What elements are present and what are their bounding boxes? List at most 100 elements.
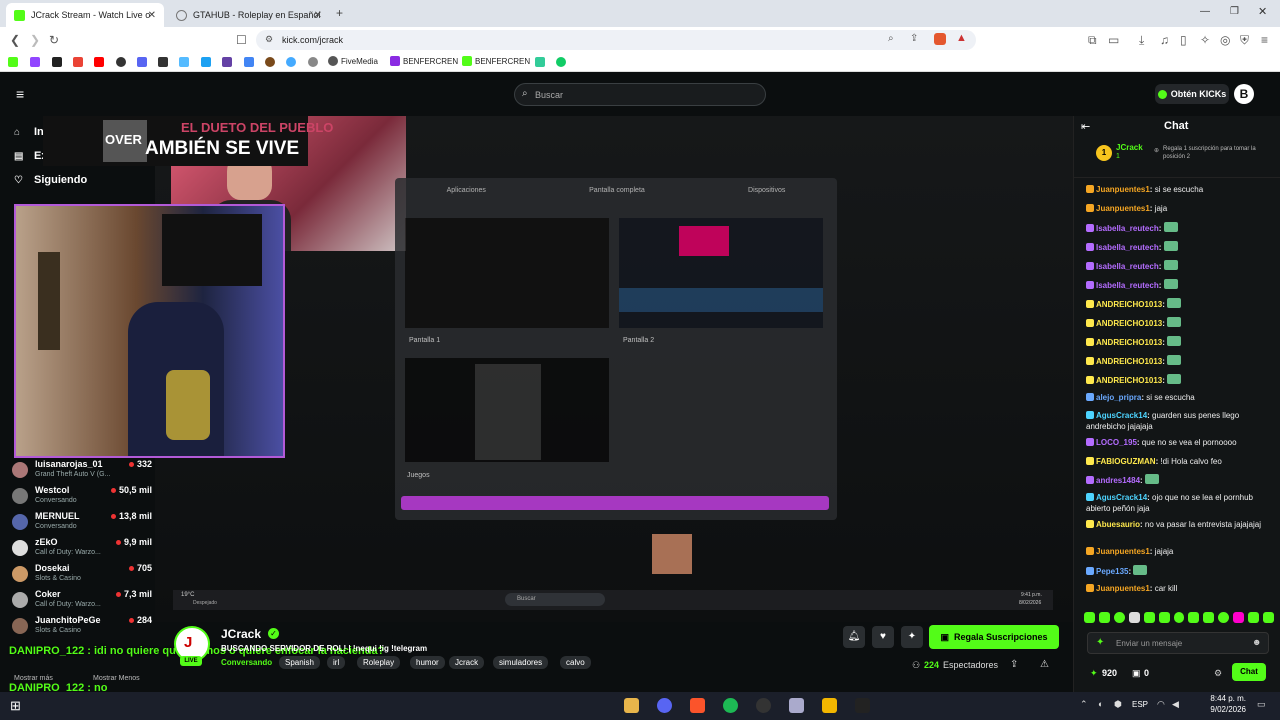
menu-icon[interactable]: ≡ — [1261, 33, 1268, 47]
clock-date[interactable]: 9/02/2026 — [1200, 705, 1246, 714]
chat-username[interactable]: ANDREICHO1013 — [1096, 319, 1162, 328]
send-chat-button[interactable]: Chat — [1232, 663, 1266, 681]
emote-icon[interactable] — [1203, 612, 1215, 623]
share-stream-icon[interactable]: ⇪ — [1010, 659, 1018, 670]
recommended-channel[interactable]: MERNUEL Conversando 13,8 mil — [12, 511, 152, 535]
chat-username[interactable]: ANDREICHO1013 — [1096, 300, 1162, 309]
close-window-icon[interactable]: ✕ — [1258, 5, 1267, 18]
search-input[interactable]: ⌕ Buscar — [514, 83, 766, 106]
leo-icon[interactable]: ✧ — [1200, 33, 1210, 47]
emoji-icon[interactable]: ☻ — [1252, 637, 1261, 647]
show-more-link[interactable]: Mostrar más — [14, 675, 53, 682]
chat-username[interactable]: Abuesaurio — [1096, 520, 1140, 529]
report-icon[interactable]: ⚠ — [1040, 659, 1049, 670]
site-info-icon[interactable]: ⚙ — [265, 34, 273, 45]
chat-username[interactable]: AgusCrack14 — [1096, 493, 1147, 502]
reload-icon[interactable]: ↻ — [49, 33, 59, 47]
hamburger-menu-icon[interactable]: ≡ — [16, 86, 24, 102]
stream-tag[interactable]: simuladores — [493, 656, 549, 669]
stream-tag[interactable]: Jcrack — [449, 656, 485, 669]
chat-username[interactable]: Isabella_reutech — [1096, 281, 1159, 290]
emote-icon[interactable] — [1248, 612, 1260, 623]
follow-button[interactable]: ♥ — [872, 626, 894, 648]
stream-tag[interactable]: Roleplay — [357, 656, 401, 669]
emote-icon[interactable] — [1113, 612, 1125, 623]
tray-app-icon[interactable]: ◐ — [1098, 699, 1103, 709]
app-bookmark-icon[interactable] — [201, 57, 211, 67]
wifi-icon[interactable]: ◠ — [1157, 699, 1165, 710]
gmail-bookmark-icon[interactable] — [73, 57, 83, 67]
tray-chevron-icon[interactable]: ⌃ — [1080, 699, 1088, 710]
app-bookmark-icon[interactable] — [52, 57, 62, 67]
emote-icon[interactable] — [1098, 612, 1110, 623]
back-icon[interactable]: ❮ — [10, 33, 20, 47]
rewards-icon[interactable]: ▲ — [956, 32, 967, 44]
twitch-bookmark-icon[interactable] — [30, 57, 40, 67]
screen-2-preview[interactable] — [619, 218, 823, 328]
chat-username[interactable]: Isabella_reutech — [1096, 262, 1159, 271]
stream-tag[interactable]: Spanish — [279, 656, 320, 669]
rockstar-icon[interactable] — [822, 698, 837, 713]
url-field[interactable]: ⚙ kick.com/jcrack ⌕ ⇪ ▲ — [256, 30, 976, 50]
kick-bookmark-icon[interactable] — [8, 57, 18, 67]
new-tab-icon[interactable]: + — [336, 6, 343, 20]
chat-username[interactable]: Juanpuentes1 — [1096, 185, 1150, 194]
game-preview[interactable] — [405, 358, 609, 462]
bookmark-fivemedia[interactable]: FiveMedia — [328, 56, 378, 66]
recommended-channel[interactable]: JuanchitoPeGe Slots & Casino 284 — [12, 615, 152, 639]
file-explorer-icon[interactable] — [624, 698, 639, 713]
bookmark-benfercren-2[interactable]: BENFERCREN — [462, 56, 530, 66]
share-icon[interactable]: ⇪ — [910, 33, 918, 44]
chat-username[interactable]: ANDREICHO1013 — [1096, 338, 1162, 347]
recommended-channel[interactable]: Westcol Conversando 50,5 mil — [12, 485, 152, 509]
gift-subs-button[interactable]: ▣ Regala Suscripciones — [929, 625, 1059, 649]
recommended-channel[interactable]: zEkO Call of Duty: Warzo... 9,9 mil — [12, 537, 152, 561]
bookmark-icon[interactable]: ☐ — [236, 33, 247, 47]
stream-tag[interactable]: calvo — [560, 656, 591, 669]
collapse-chat-icon[interactable]: ⇤ — [1081, 120, 1090, 133]
chat-username[interactable]: andres1484 — [1096, 476, 1140, 485]
get-kicks-button[interactable]: Obtén KICKs — [1155, 84, 1229, 104]
minimize-icon[interactable]: — — [1200, 6, 1210, 17]
vpn-icon[interactable]: ⛨ — [1240, 33, 1249, 48]
discord-icon[interactable] — [657, 698, 672, 713]
app-bookmark-icon[interactable] — [244, 57, 254, 67]
show-less-link[interactable]: Mostrar Menos — [93, 675, 140, 682]
hd-upsell-bar[interactable] — [401, 496, 829, 510]
emote-icon[interactable] — [1128, 612, 1140, 623]
app-icon[interactable] — [789, 698, 804, 713]
brave-shield-icon[interactable] — [934, 33, 946, 45]
chat-username[interactable]: FABIOGUZMAN — [1096, 457, 1156, 466]
forward-icon[interactable]: ❯ — [30, 33, 40, 47]
extensions-icon[interactable]: ⧉ — [1088, 33, 1097, 48]
reader-icon[interactable]: ▭ — [1108, 33, 1119, 47]
emote-icon[interactable] — [1233, 612, 1245, 623]
clock-time[interactable]: 8:44 p. m. — [1200, 694, 1246, 703]
chat-username[interactable]: ANDREICHO1013 — [1096, 357, 1162, 366]
chat-settings-icon[interactable]: ⚙ — [1214, 668, 1222, 679]
restore-icon[interactable]: ❐ — [1230, 6, 1239, 17]
chat-username[interactable]: Juanpuentes1 — [1096, 204, 1150, 213]
wallet-icon[interactable]: ◎ — [1220, 33, 1230, 47]
app-bookmark-icon[interactable] — [179, 57, 189, 67]
app-bookmark-icon[interactable] — [158, 57, 168, 67]
app-bookmark-icon[interactable] — [556, 57, 566, 67]
app-bookmark-icon[interactable] — [535, 57, 545, 67]
youtube-bookmark-icon[interactable] — [94, 57, 104, 67]
notification-icon[interactable]: ▭ — [1257, 699, 1266, 710]
emote-icon[interactable] — [1158, 612, 1170, 623]
gift-count[interactable]: 0 — [1144, 668, 1149, 678]
tray-app-icon[interactable]: ⬢ — [1114, 699, 1122, 710]
tab-gtahub[interactable]: GTAHUB - Roleplay en Español ✕ — [168, 3, 330, 27]
emote-icon[interactable] — [1143, 612, 1155, 623]
volume-icon[interactable]: ◀ — [1172, 699, 1179, 710]
chat-username[interactable]: Pepe135 — [1096, 567, 1128, 576]
chat-username[interactable]: AgusCrack14 — [1096, 411, 1147, 420]
share-tab-fullscreen[interactable]: Pantalla completa — [589, 187, 645, 194]
chat-username[interactable]: Isabella_reutech — [1096, 243, 1159, 252]
chat-username[interactable]: ANDREICHO1013 — [1096, 376, 1162, 385]
chat-username[interactable]: Isabella_reutech — [1096, 224, 1159, 233]
picture-in-picture[interactable] — [14, 204, 285, 458]
chat-username[interactable]: LOCO_195 — [1096, 438, 1137, 447]
video-player[interactable]: OVER EL DUETO DEL PUEBLO AMBIÉN SE VIVE … — [43, 116, 1073, 622]
